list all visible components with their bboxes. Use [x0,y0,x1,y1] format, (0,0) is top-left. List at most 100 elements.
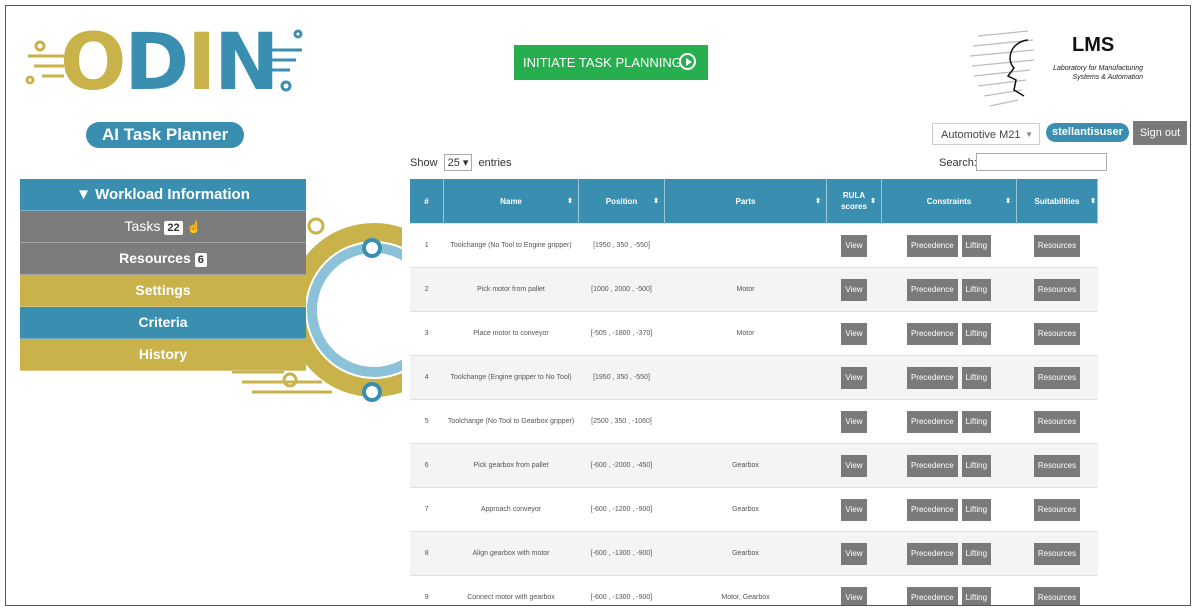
precedence-button[interactable]: Precedence [906,366,958,389]
sidebar-item-criteria[interactable]: Criteria [20,307,306,339]
cell-position: [-505 , -1800 , -370] [578,311,665,356]
cell-index: 3 [410,311,444,356]
cell-index: 2 [410,267,444,312]
precedence-button[interactable]: Precedence [906,586,958,605]
view-rula-button[interactable]: View [841,322,867,345]
initiate-label: INITIATE TASK PLANNING [523,55,682,70]
sort-icon: ⬍ [567,198,573,205]
table-row: 8 Align gearbox with motor [-600 , -1300 ,… [410,531,1098,576]
lifting-button[interactable]: Lifting [961,278,992,301]
sidebar-item-settings[interactable]: Settings [20,275,306,307]
lifting-button[interactable]: Lifting [961,410,992,433]
precedence-button[interactable]: Precedence [906,234,958,257]
cell-name: Pick gearbox from pallet [443,443,579,488]
chevron-down-icon: ▼ [1025,130,1033,139]
initiate-task-planning-button[interactable]: INITIATE TASK PLANNING [514,45,708,80]
entries-label: entries [478,157,512,169]
column-header-rula[interactable]: RULA scores ⬍ [826,179,882,224]
sidebar-item-label: Resources [119,250,191,266]
precedence-button[interactable]: Precedence [906,454,958,477]
cell-position: [-600 , -2000 , -450] [578,443,665,488]
view-rula-button[interactable]: View [841,234,867,257]
user-badge[interactable]: stellantisuser [1046,123,1129,142]
resources-button[interactable]: Resources [1033,366,1081,389]
count-badge: 6 [194,253,207,267]
view-rula-button[interactable]: View [841,542,867,565]
column-header-suitabilities[interactable]: Suitabilities ⬍ [1016,179,1098,224]
show-label: Show [410,157,438,169]
cell-rula: View [826,487,882,532]
precedence-button[interactable]: Precedence [906,498,958,521]
sort-icon: ⬍ [1090,198,1096,205]
cell-suitabilities: Resources [1016,355,1098,400]
table-row: 1 Toolchange (No Tool to Engine gripper)[… [410,223,1098,268]
table-row: 9 Connect motor with gearbox [-600 , -1300… [410,575,1098,605]
cell-index: 5 [410,399,444,444]
column-header-parts[interactable]: Parts ⬍ [664,179,827,224]
column-header-name[interactable]: Name ⬍ [443,179,579,224]
cell-name: Pick motor from pallet [443,267,579,312]
lifting-button[interactable]: Lifting [961,586,992,605]
lifting-button[interactable]: Lifting [961,498,992,521]
page-length-control: Show 25 ▾ entries [410,154,512,171]
view-rula-button[interactable]: View [841,366,867,389]
resources-button[interactable]: Resources [1033,498,1081,521]
cell-index: 6 [410,443,444,488]
lifting-button[interactable]: Lifting [961,366,992,389]
lifting-button[interactable]: Lifting [961,454,992,477]
view-rula-button[interactable]: View [841,498,867,521]
cell-name: Approach conveyor [443,487,579,532]
cell-constraints: Precedence Lifting [881,267,1017,312]
column-header-position[interactable]: Position ⬍ [578,179,665,224]
cell-suitabilities: Resources [1016,267,1098,312]
cell-rula: View [826,443,882,488]
resources-button[interactable]: Resources [1033,542,1081,565]
sidebar-item-tasks[interactable]: Tasks 22 ☝ [20,211,306,243]
cell-constraints: Precedence Lifting [881,531,1017,576]
cell-suitabilities: Resources [1016,399,1098,444]
sort-icon: ⬍ [815,198,821,205]
resources-button[interactable]: Resources [1033,586,1081,605]
table-row: 3 Place motor to conveyor [-505 , -1800 , … [410,311,1098,356]
cell-name: Toolchange (Engine gripper to No Tool) [443,355,579,400]
precedence-button[interactable]: Precedence [906,542,958,565]
cell-rula: View [826,267,882,312]
sign-out-button[interactable]: Sign out [1133,121,1187,145]
column-header-index[interactable]: # [410,179,444,224]
table-row: 7 Approach conveyor [-600 , -1200 , -900] G… [410,487,1098,532]
sidebar-item-history[interactable]: History [20,339,306,371]
resources-button[interactable]: Resources [1033,278,1081,301]
cell-parts [664,223,827,268]
resources-button[interactable]: Resources [1033,234,1081,257]
precedence-button[interactable]: Precedence [906,410,958,433]
precedence-button[interactable]: Precedence [906,278,958,301]
resources-button[interactable]: Resources [1033,322,1081,345]
tasks-table: # Name ⬍ Position ⬍ Parts ⬍ RULA scores ⬍ Co… [410,179,1098,605]
lifting-button[interactable]: Lifting [961,234,992,257]
view-rula-button[interactable]: View [841,586,867,605]
cell-constraints: Precedence Lifting [881,487,1017,532]
cell-suitabilities: Resources [1016,311,1098,356]
sidebar-header-workload[interactable]: ▼ Workload Information [20,179,306,211]
sidebar-item-resources[interactable]: Resources 6 [20,243,306,275]
app-frame: ODIN AI Task Planner INITIATE TASK PLANN… [5,5,1191,606]
view-rula-button[interactable]: View [841,410,867,433]
cell-position: [1950 , 350 , -550] [578,355,665,400]
cell-position: [-600 , -1300 , -900] [578,531,665,576]
sidebar: ▼ Workload Information Tasks 22 ☝ Resourc… [20,179,306,371]
resources-button[interactable]: Resources [1033,410,1081,433]
workspace-select[interactable]: Automotive M21 ▼ [932,123,1040,145]
cell-parts: Motor [664,311,827,356]
lifting-button[interactable]: Lifting [961,322,992,345]
resources-button[interactable]: Resources [1033,454,1081,477]
search-input[interactable] [976,153,1107,171]
precedence-button[interactable]: Precedence [906,322,958,345]
view-rula-button[interactable]: View [841,454,867,477]
page-length-select[interactable]: 25 ▾ [443,154,473,171]
cell-rula: View [826,223,882,268]
lifting-button[interactable]: Lifting [961,542,992,565]
column-header-constraints[interactable]: Constraints ⬍ [881,179,1017,224]
view-rula-button[interactable]: View [841,278,867,301]
cell-suitabilities: Resources [1016,531,1098,576]
cell-suitabilities: Resources [1016,443,1098,488]
